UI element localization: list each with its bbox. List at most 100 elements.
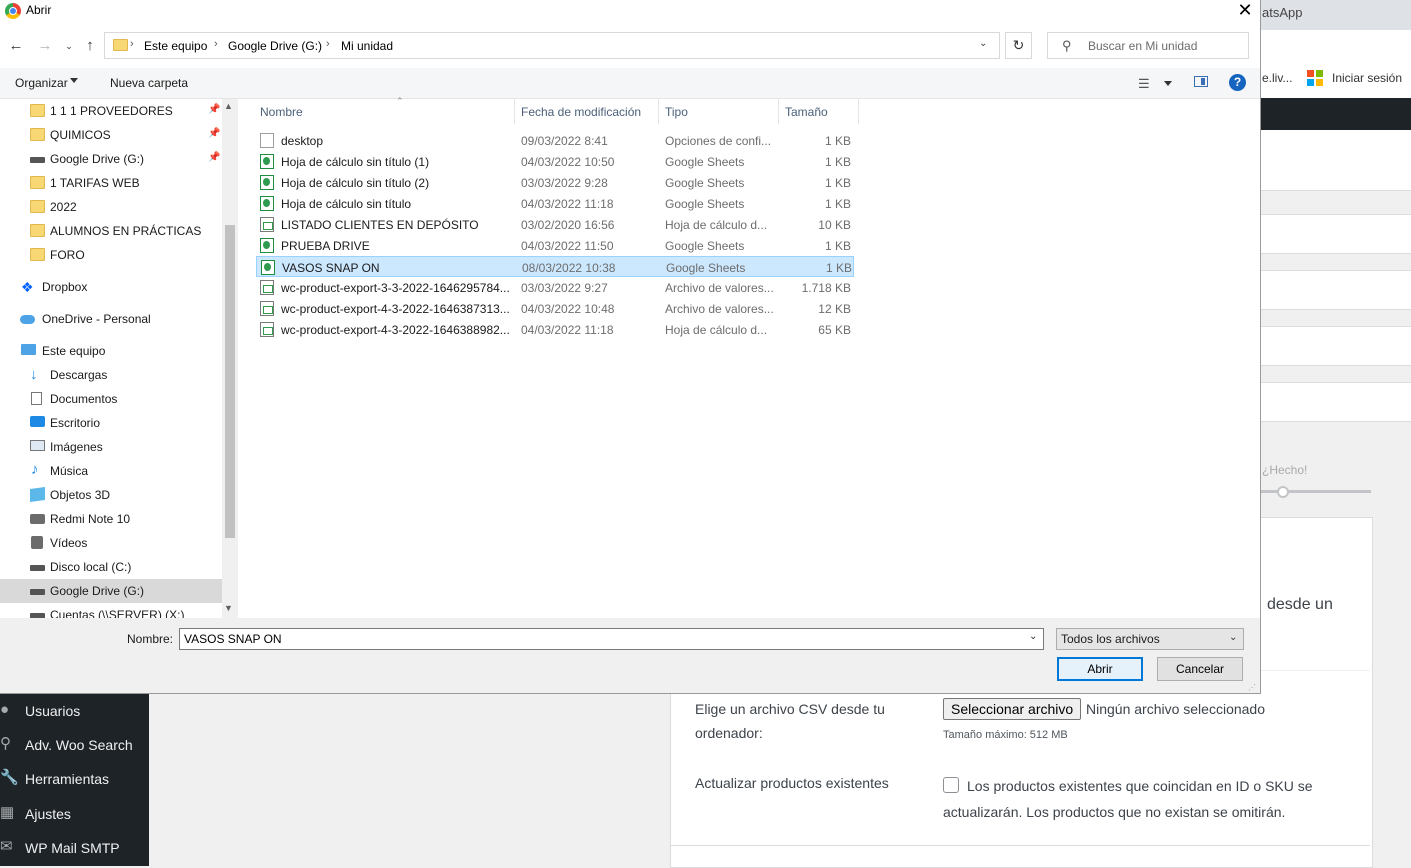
bookmark-login[interactable]: Iniciar sesión — [1332, 71, 1402, 85]
nav-item-este-equipo[interactable]: Este equipo — [0, 339, 222, 363]
file-row[interactable]: LISTADO CLIENTES EN DEPÓSITO 03/02/2020 1… — [256, 214, 854, 235]
file-row[interactable]: PRUEBA DRIVE 04/03/2022 11:50 Google Sheet… — [256, 235, 854, 256]
forward-button[interactable]: → — [35, 36, 55, 56]
open-file-dialog: Abrir ✕ ← → ⌄ ↑ › Este equipo › Google D… — [0, 0, 1261, 694]
nav-item-google-drive-quick[interactable]: Google Drive (G:) 📌 — [0, 147, 222, 171]
help-icon[interactable]: ? — [1229, 74, 1246, 91]
nav-item-disco-local[interactable]: Disco local (C:) — [0, 555, 222, 579]
recent-locations-button[interactable]: ⌄ — [59, 36, 79, 56]
folder-icon — [30, 128, 45, 141]
divider — [671, 845, 1370, 846]
cancel-button[interactable]: Cancelar — [1157, 657, 1243, 681]
nav-item-google-drive[interactable]: Google Drive (G:) — [0, 579, 222, 603]
google-sheets-icon — [260, 238, 274, 253]
sidebar-item-herramientas[interactable]: 🔧 Herramientas — [0, 762, 149, 796]
nav-scrollbar-thumb[interactable] — [225, 225, 235, 538]
nav-item-videos[interactable]: Vídeos — [0, 531, 222, 555]
filename-input[interactable] — [179, 628, 1044, 650]
file-type-filter[interactable]: Todos los archivos ⌄ — [1056, 628, 1244, 650]
file-row[interactable]: desktop 09/03/2022 8:41 Opciones de confi.… — [256, 130, 854, 151]
progress-dot — [1277, 486, 1289, 498]
folder-icon — [30, 104, 45, 117]
column-header-type[interactable]: Tipo — [659, 99, 779, 124]
nav-item-redmi[interactable]: Redmi Note 10 — [0, 507, 222, 531]
sidebar-item-ajustes[interactable]: ▦ Ajustes — [0, 797, 149, 831]
wp-step-row — [1261, 326, 1411, 366]
nav-item-objetos-3d[interactable]: Objetos 3D — [0, 483, 222, 507]
nav-item-descargas[interactable]: ↓ Descargas — [0, 363, 222, 387]
browser-tab-title[interactable]: atsApp — [1262, 5, 1302, 20]
browser-omnibar[interactable] — [1261, 30, 1411, 63]
select-file-button[interactable]: Seleccionar archivo — [943, 698, 1082, 720]
file-row-selected[interactable]: VASOS SNAP ON 08/03/2022 10:38 Google Shee… — [256, 256, 854, 277]
nav-item-tarifas-web[interactable]: 1 TARIFAS WEB — [0, 171, 222, 195]
caret-down-icon[interactable] — [1164, 81, 1172, 86]
drive-icon — [30, 565, 45, 571]
view-options-icon[interactable]: ☰ — [1138, 76, 1150, 92]
nav-item-escritorio[interactable]: Escritorio — [0, 411, 222, 435]
nav-item-imagenes[interactable]: Imágenes — [0, 435, 222, 459]
sidebar-item-adv-woo-search[interactable]: ⚲ Adv. Woo Search — [0, 728, 149, 762]
nav-item-documentos[interactable]: Documentos — [0, 387, 222, 411]
column-header-size[interactable]: Tamaño — [779, 99, 859, 124]
chevron-right-icon[interactable]: › — [130, 38, 134, 50]
wp-step-row — [1261, 382, 1411, 422]
google-sheets-icon — [261, 260, 275, 275]
file-row[interactable]: wc-product-export-3-3-2022-1646295784...… — [256, 277, 854, 298]
csv-file-label: Elige un archivo CSV desde tu ordenador: — [695, 701, 885, 741]
chevron-down-icon[interactable]: ⌄ — [1029, 631, 1037, 642]
back-button[interactable]: ← — [6, 36, 26, 56]
resize-grip-icon[interactable]: ⋰ — [1248, 683, 1256, 692]
file-row[interactable]: wc-product-export-4-3-2022-1646387313...… — [256, 298, 854, 319]
pictures-icon — [30, 440, 45, 451]
chevron-right-icon[interactable]: › — [214, 38, 218, 50]
file-row[interactable]: wc-product-export-4-3-2022-1646388982...… — [256, 319, 854, 340]
column-header-date[interactable]: Fecha de modificación — [515, 99, 659, 124]
sidebar-item-wp-mail-smtp[interactable]: ✉ WP Mail SMTP — [0, 831, 149, 865]
wp-step-row — [1261, 270, 1411, 310]
column-header-name[interactable]: Nombre ⌃ — [254, 96, 515, 124]
file-row[interactable]: Hoja de cálculo sin título (2) 03/03/2022… — [256, 172, 854, 193]
dialog-titlebar[interactable]: Abrir ✕ — [0, 0, 1260, 24]
arrow-left-icon: ← — [8, 37, 24, 54]
organize-button[interactable]: Organizar — [15, 76, 68, 90]
search-placeholder: Buscar en Mi unidad — [1088, 39, 1198, 53]
preview-pane-icon[interactable] — [1194, 76, 1208, 87]
file-row[interactable]: Hoja de cálculo sin título 04/03/2022 11:… — [256, 193, 854, 214]
spreadsheet-icon — [260, 322, 274, 337]
breadcrumb-mi-unidad[interactable]: Mi unidad — [341, 39, 393, 53]
breadcrumb-este-equipo[interactable]: Este equipo — [144, 39, 207, 53]
nav-item-proveedores[interactable]: 1 1 1 PROVEEDORES 📌 — [0, 99, 222, 123]
update-existing-checkbox[interactable] — [943, 777, 959, 793]
google-sheets-icon — [260, 154, 274, 169]
scroll-down-icon[interactable]: ▼ — [224, 603, 233, 613]
sidebar-item-usuarios[interactable]: ● Usuarios — [0, 694, 149, 728]
file-row[interactable]: Hoja de cálculo sin título (1) 04/03/2022… — [256, 151, 854, 172]
max-size-text: Tamaño máximo: 512 MB — [943, 729, 1068, 741]
nav-item-dropbox[interactable]: ❖ Dropbox — [0, 275, 222, 299]
google-sheets-icon — [260, 175, 274, 190]
folder-icon — [30, 200, 45, 213]
open-button[interactable]: Abrir — [1057, 657, 1143, 681]
nav-item-musica[interactable]: ♪ Música — [0, 459, 222, 483]
scroll-up-icon[interactable]: ▲ — [224, 101, 233, 111]
nav-item-alumnos[interactable]: ALUMNOS EN PRÁCTICAS — [0, 219, 222, 243]
progress-step-done: ¿Hecho! — [1262, 463, 1308, 477]
close-icon: ✕ — [1237, 0, 1253, 20]
nav-item-quimicos[interactable]: QUIMICOS 📌 — [0, 123, 222, 147]
chevron-down-icon[interactable]: ⌄ — [979, 38, 987, 49]
refresh-button[interactable]: ↻ — [1005, 32, 1032, 59]
nav-item-cuentas-server[interactable]: Cuentas (\\SERVER) (X:) — [0, 603, 222, 618]
nav-item-2022[interactable]: 2022 — [0, 195, 222, 219]
folder-icon — [30, 224, 45, 237]
up-button[interactable]: ↑ — [80, 36, 100, 56]
address-bar[interactable]: › Este equipo › Google Drive (G:) › Mi u… — [104, 32, 1000, 59]
nav-item-foro[interactable]: FORO — [0, 243, 222, 267]
close-button[interactable]: ✕ — [1230, 0, 1260, 22]
chevron-right-icon[interactable]: › — [326, 38, 330, 50]
bookmark-partial[interactable]: e.liv... — [1262, 71, 1292, 85]
nav-item-onedrive[interactable]: OneDrive - Personal — [0, 307, 222, 331]
new-folder-button[interactable]: Nueva carpeta — [110, 76, 188, 90]
search-input[interactable]: ⚲ Buscar en Mi unidad — [1047, 32, 1249, 59]
breadcrumb-google-drive[interactable]: Google Drive (G:) — [228, 39, 322, 53]
